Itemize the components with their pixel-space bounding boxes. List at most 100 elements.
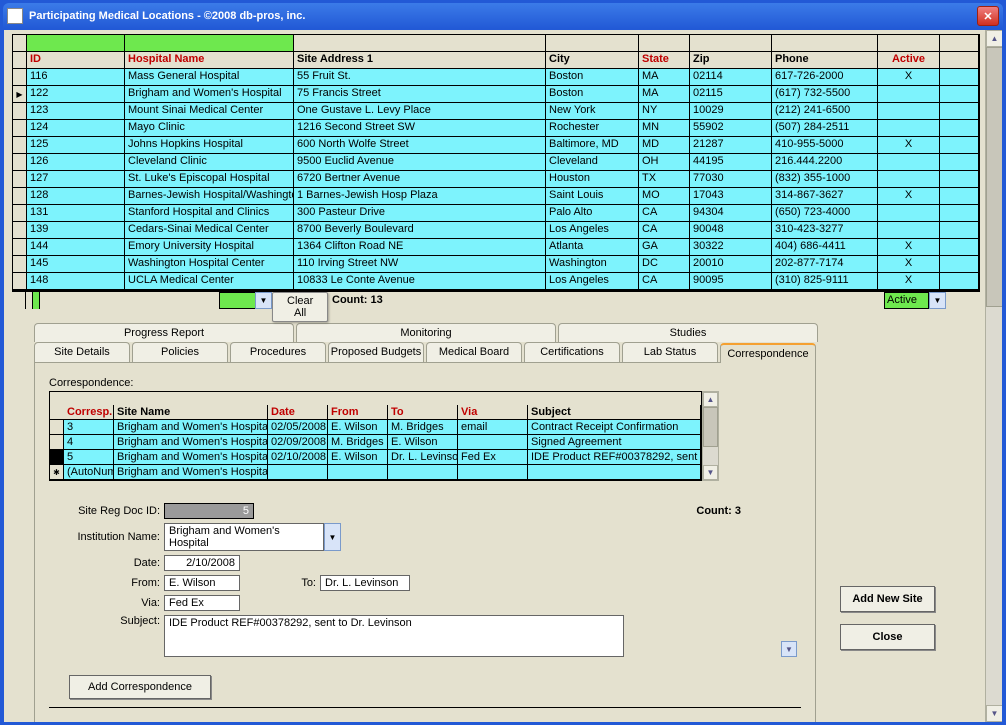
tab-site-details[interactable]: Site Details (34, 342, 130, 362)
cell-active[interactable]: X (878, 239, 940, 255)
cell-addr[interactable]: 9500 Euclid Avenue (294, 154, 546, 170)
cell-zip[interactable]: 10029 (690, 103, 772, 119)
row-selector[interactable] (50, 465, 64, 479)
cell-addr[interactable]: 10833 Le Conte Avenue (294, 273, 546, 289)
cell-zip[interactable]: 21287 (690, 137, 772, 153)
cell-id[interactable]: 128 (27, 188, 125, 204)
table-row[interactable]: 124Mayo Clinic1216 Second Street SWRoche… (13, 120, 979, 137)
cell-name[interactable]: UCLA Medical Center (125, 273, 294, 289)
cell-addr[interactable]: 1 Barnes-Jewish Hosp Plaza (294, 188, 546, 204)
row-selector[interactable] (13, 154, 27, 170)
cell-city[interactable]: Rochester (546, 120, 639, 136)
cell-name[interactable]: Stanford Hospital and Clinics (125, 205, 294, 221)
cell-id[interactable]: 144 (27, 239, 125, 255)
row-selector[interactable] (13, 35, 27, 51)
table-row[interactable]: 3Brigham and Women's Hospital02/05/2008E… (50, 420, 701, 435)
cell-active[interactable] (878, 103, 940, 119)
col-city[interactable]: City (546, 52, 639, 68)
cell-id[interactable]: 123 (27, 103, 125, 119)
cell-zip[interactable]: 55902 (690, 120, 772, 136)
cell-zip[interactable]: 02114 (690, 69, 772, 85)
cell-state[interactable]: DC (639, 256, 690, 272)
table-row[interactable]: 5Brigham and Women's Hospital02/10/2008E… (50, 450, 701, 465)
col-active[interactable]: Active (878, 52, 940, 68)
row-selector[interactable] (13, 69, 27, 85)
cell-zip[interactable]: 44195 (690, 154, 772, 170)
table-row[interactable]: 126Cleveland Clinic9500 Euclid AvenueCle… (13, 154, 979, 171)
row-selector[interactable] (13, 120, 27, 136)
cell-id[interactable]: 124 (27, 120, 125, 136)
close-button[interactable]: Close (840, 624, 935, 650)
cell-city[interactable]: Atlanta (546, 239, 639, 255)
cell-addr[interactable]: 1364 Clifton Road NE (294, 239, 546, 255)
tab-proposed-budgets[interactable]: Proposed Budgets (328, 342, 424, 362)
cell-name[interactable]: Mount Sinai Medical Center (125, 103, 294, 119)
sub-col-subject[interactable]: Subject (528, 405, 701, 419)
sub-col-via[interactable]: Via (458, 405, 528, 419)
cell-phone[interactable]: 617-726-2000 (772, 69, 878, 85)
cell-city[interactable]: Los Angeles (546, 273, 639, 289)
cell-name[interactable]: Cleveland Clinic (125, 154, 294, 170)
col-state[interactable]: State (639, 52, 690, 68)
cell-city[interactable]: Baltimore, MD (546, 137, 639, 153)
table-row[interactable]: 125Johns Hopkins Hospital600 North Wolfe… (13, 137, 979, 154)
tab-correspondence[interactable]: Correspondence (720, 343, 816, 363)
row-selector[interactable] (13, 273, 27, 289)
scroll-up-icon[interactable]: ▲ (986, 30, 1003, 47)
table-row[interactable]: 131Stanford Hospital and Clinics300 Past… (13, 205, 979, 222)
titlebar[interactable]: Participating Medical Locations - ©2008 … (3, 3, 1003, 29)
scroll-thumb[interactable] (986, 47, 1003, 307)
cell-name[interactable]: Mass General Hospital (125, 69, 294, 85)
new-row[interactable]: (AutoNumbBrigham and Women's Hospital (50, 465, 701, 480)
inst-field[interactable]: Brigham and Women's Hospital (164, 523, 324, 551)
cell-phone[interactable]: (650) 723-4000 (772, 205, 878, 221)
cell-zip[interactable]: 17043 (690, 188, 772, 204)
cell-active[interactable] (878, 171, 940, 187)
cell-active[interactable]: X (878, 188, 940, 204)
col-id[interactable]: ID (27, 52, 125, 68)
sub-col-site[interactable]: Site Name (114, 405, 268, 419)
row-selector[interactable] (13, 188, 27, 204)
table-row[interactable]: 4Brigham and Women's Hospital02/09/2008M… (50, 435, 701, 450)
col-phone[interactable]: Phone (772, 52, 878, 68)
sub-col-to[interactable]: To (388, 405, 458, 419)
cell-addr[interactable]: 1216 Second Street SW (294, 120, 546, 136)
tab-policies[interactable]: Policies (132, 342, 228, 362)
add-new-site-button[interactable]: Add New Site (840, 586, 935, 612)
cell-name[interactable]: St. Luke's Episcopal Hospital (125, 171, 294, 187)
tab-procedures[interactable]: Procedures (230, 342, 326, 362)
cell-zip[interactable]: 90048 (690, 222, 772, 238)
table-row[interactable]: 128Barnes-Jewish Hospital/Washingto1 Bar… (13, 188, 979, 205)
sub-scrollbar[interactable]: ▲ ▼ (702, 391, 719, 481)
active-filter[interactable]: Active (884, 292, 929, 309)
cell-active[interactable]: X (878, 256, 940, 272)
cell-name[interactable]: Emory University Hospital (125, 239, 294, 255)
tab-medical-board[interactable]: Medical Board (426, 342, 522, 362)
cell-city[interactable]: Houston (546, 171, 639, 187)
sub-scroll-thumb[interactable] (703, 407, 718, 447)
cell-city[interactable]: New York (546, 103, 639, 119)
cell-phone[interactable]: 216.444.2200 (772, 154, 878, 170)
cell-id[interactable]: 127 (27, 171, 125, 187)
cell-phone[interactable]: 310-423-3277 (772, 222, 878, 238)
cell-id[interactable]: 125 (27, 137, 125, 153)
cell-id[interactable]: 126 (27, 154, 125, 170)
subject-field[interactable]: IDE Product REF#00378292, sent to Dr. Le… (164, 615, 624, 657)
cell-id[interactable]: 122 (27, 86, 125, 102)
zip-filter[interactable] (219, 292, 255, 309)
cell-addr[interactable]: 6720 Bertner Avenue (294, 171, 546, 187)
row-selector[interactable] (13, 137, 27, 153)
cell-state[interactable]: CA (639, 273, 690, 289)
via-field[interactable]: Fed Ex (164, 595, 240, 611)
cell-state[interactable]: MN (639, 120, 690, 136)
row-selector[interactable] (50, 420, 64, 434)
cell-state[interactable]: MA (639, 86, 690, 102)
table-row[interactable]: 145Washington Hospital Center110 Irving … (13, 256, 979, 273)
cell-city[interactable]: Washington (546, 256, 639, 272)
cell-state[interactable]: TX (639, 171, 690, 187)
cell-name[interactable]: Cedars-Sinai Medical Center (125, 222, 294, 238)
row-selector[interactable] (13, 205, 27, 221)
footer-name-filter[interactable] (33, 292, 40, 309)
col-zip[interactable]: Zip (690, 52, 772, 68)
cell-city[interactable]: Boston (546, 86, 639, 102)
